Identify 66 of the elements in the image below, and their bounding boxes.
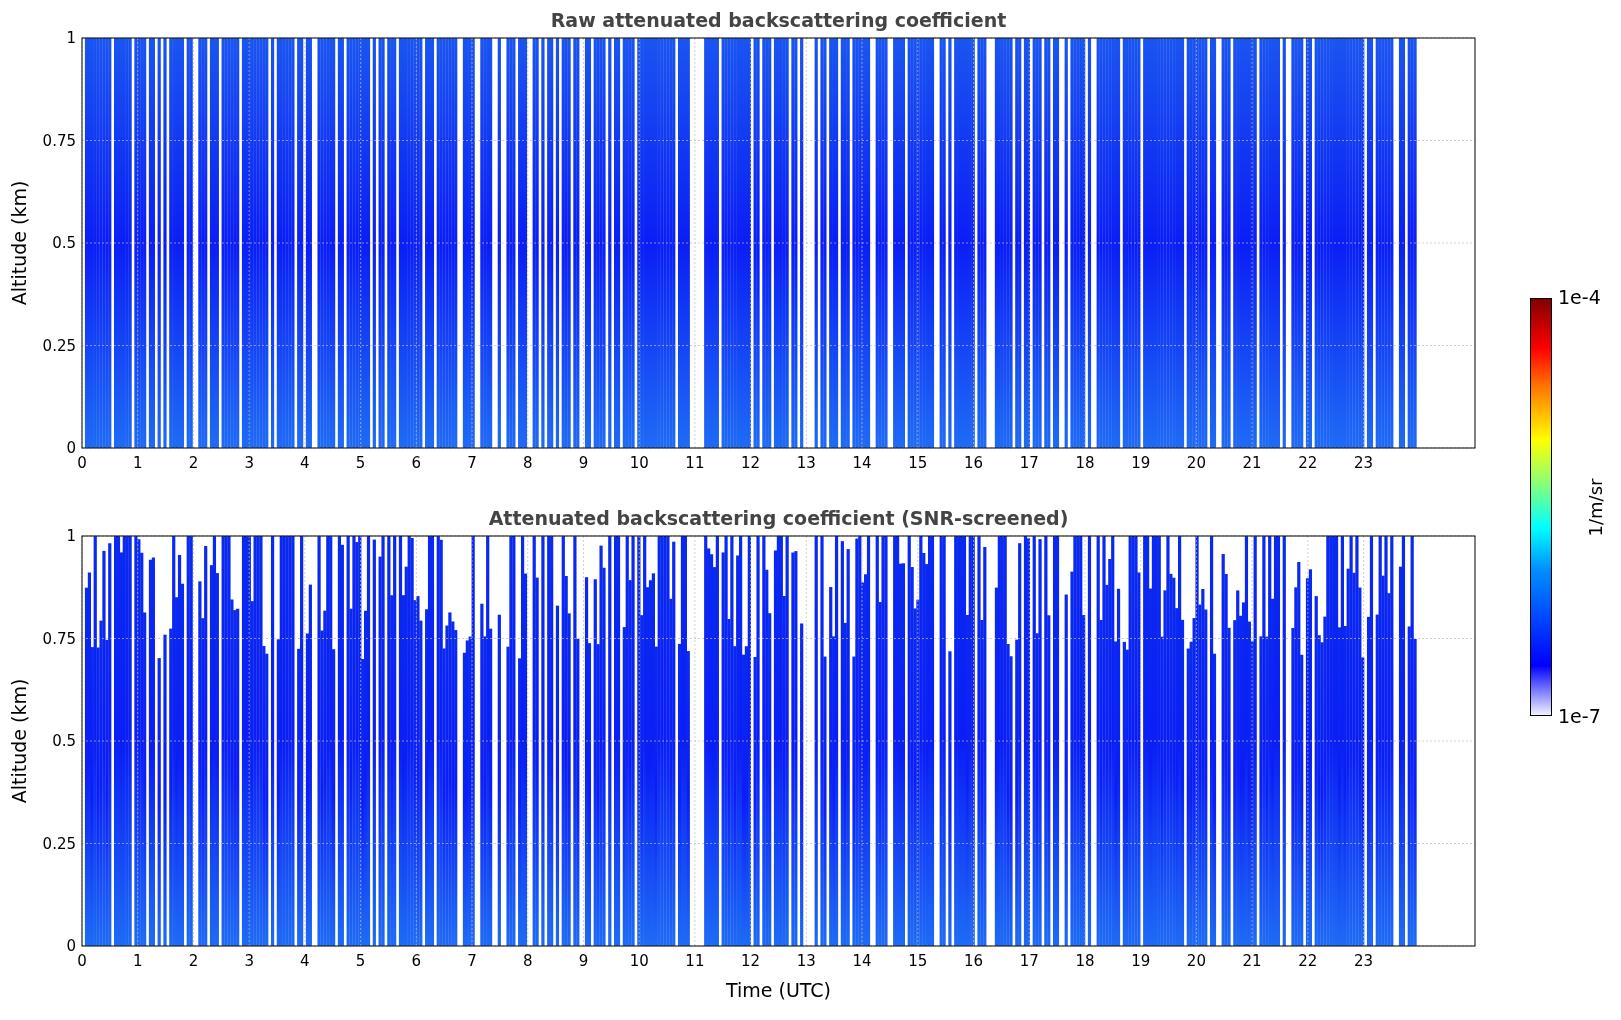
x-tick-label: 14 (852, 454, 872, 472)
x-tick-label: 7 (467, 952, 477, 970)
x-tick-label: 1 (132, 952, 143, 970)
x-tick-label: 23 (1354, 454, 1374, 472)
x-tick-label: 18 (1075, 454, 1095, 472)
x-tick-label: 9 (578, 454, 589, 472)
x-tick-label: 9 (578, 952, 589, 970)
x-tick-label: 22 (1298, 454, 1318, 472)
x-tick-label: 20 (1186, 952, 1206, 970)
x-tick-label: 23 (1354, 952, 1374, 970)
colorbar-max-label: 1e-4 (1558, 288, 1601, 307)
y-tick-label: 0.75 (42, 629, 76, 648)
x-tick-label: 21 (1242, 454, 1262, 472)
y-tick-label: 1 (66, 528, 76, 545)
y-axis-label: Altitude (km) (8, 180, 30, 306)
y-tick-label: 0 (66, 937, 76, 955)
y-tick-label: 1 (66, 30, 76, 47)
x-tick-label: 6 (411, 454, 422, 472)
y-tick-label: 0.5 (52, 234, 76, 252)
x-tick-label: 17 (1019, 952, 1039, 970)
y-tick-label: 0.25 (42, 336, 76, 355)
x-tick-label: 6 (411, 952, 422, 970)
x-tick-label: 16 (963, 454, 984, 472)
x-tick-label: 19 (1131, 952, 1151, 970)
x-tick-label: 8 (523, 454, 533, 472)
colorbar-min-label: 1e-7 (1558, 707, 1601, 726)
x-tick-label: 18 (1075, 952, 1095, 970)
x-tick-label: 12 (741, 454, 761, 472)
x-tick-label: 13 (796, 952, 816, 970)
x-tick-label: 12 (741, 952, 761, 970)
x-tick-label: 11 (685, 952, 705, 970)
chart-title: Raw attenuated backscattering coefficient (550, 11, 1007, 30)
x-tick-label: 0 (77, 952, 87, 970)
x-tick-label: 5 (355, 952, 366, 970)
x-tick-label: 10 (629, 454, 649, 472)
x-tick-label: 4 (300, 952, 310, 970)
x-tick-label: 2 (188, 454, 199, 472)
x-tick-label: 10 (629, 952, 649, 970)
y-axis-label: Altitude (km) (8, 678, 30, 804)
x-tick-label: 15 (908, 454, 928, 472)
y-tick-label: 0.5 (52, 732, 76, 750)
x-tick-label: 2 (188, 952, 199, 970)
x-tick-label: 5 (355, 454, 366, 472)
y-tick-label: 0.75 (42, 131, 76, 150)
x-tick-label: 4 (300, 454, 310, 472)
colorbar-label: 1/m/sr (1584, 478, 1608, 536)
x-tick-label: 3 (244, 454, 254, 472)
x-tick-label: 1 (132, 454, 143, 472)
x-tick-label: 16 (963, 952, 984, 970)
x-tick-label: 7 (467, 454, 477, 472)
x-axis-label: Time (UTC) (726, 978, 831, 1003)
x-tick-label: 3 (244, 952, 254, 970)
y-tick-label: 0.25 (42, 834, 76, 853)
x-tick-label: 22 (1298, 952, 1318, 970)
x-tick-label: 21 (1242, 952, 1262, 970)
y-tick-label: 0 (66, 439, 76, 457)
x-tick-label: 0 (77, 454, 87, 472)
x-tick-label: 17 (1019, 454, 1039, 472)
x-tick-label: 15 (908, 952, 928, 970)
chart-title: Attenuated backscattering coefficient (SNR-screened) (488, 509, 1069, 528)
x-tick-label: 14 (852, 952, 872, 970)
x-tick-label: 20 (1186, 454, 1206, 472)
x-tick-label: 13 (796, 454, 816, 472)
x-tick-label: 11 (685, 454, 705, 472)
x-tick-label: 19 (1131, 454, 1151, 472)
x-tick-label: 8 (523, 952, 533, 970)
